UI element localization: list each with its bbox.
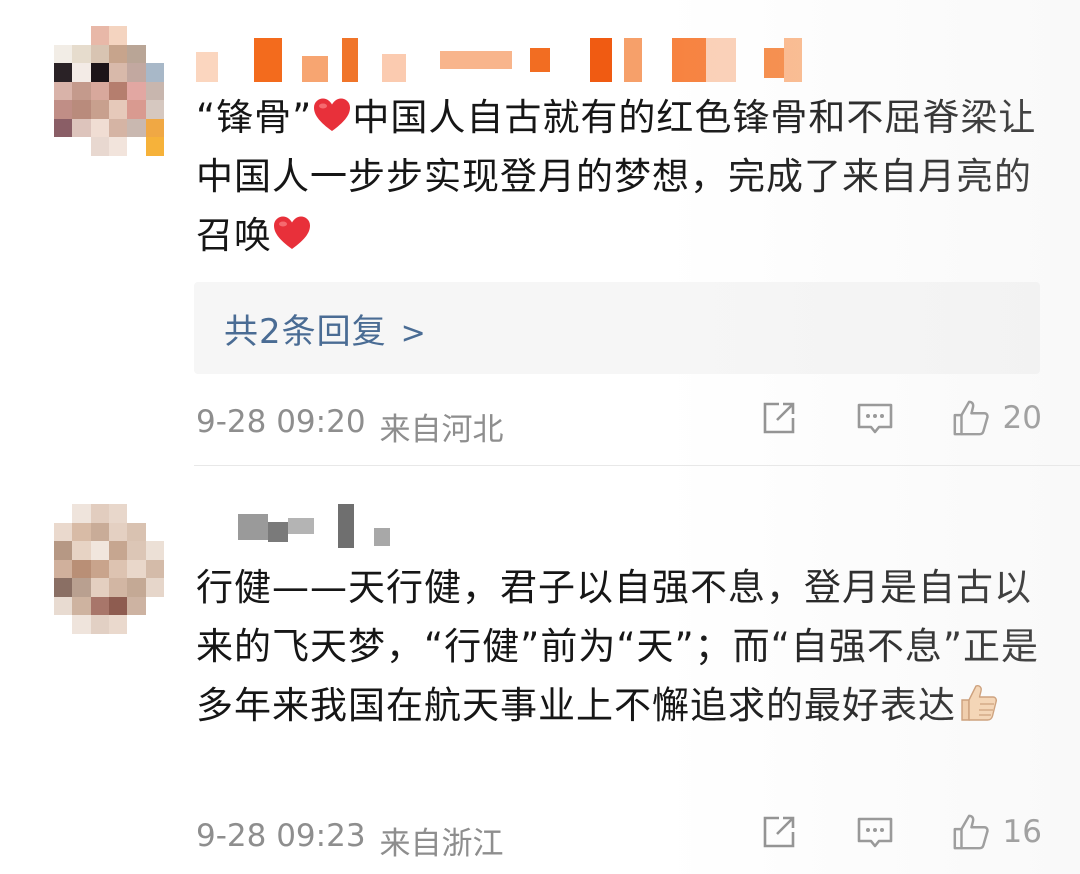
comment-location: 来自河北 bbox=[379, 412, 504, 448]
comment-text-part: “锋骨” bbox=[196, 96, 313, 139]
comment-text-part: 行健——天行健，君子以自强不息，登月是自古以来的飞天梦，“行健”前为“天”；而“… bbox=[196, 566, 1040, 727]
thumbs-up-icon bbox=[951, 812, 991, 852]
replies-panel[interactable]: 共2条回复 > bbox=[194, 282, 1040, 374]
like-count: 16 bbox=[1002, 814, 1042, 850]
like-count: 20 bbox=[1002, 400, 1042, 436]
comment-text: 行健——天行健，君子以自强不息，登月是自古以来的飞天梦，“行健”前为“天”；而“… bbox=[196, 558, 1046, 735]
avatar[interactable] bbox=[54, 26, 164, 156]
thumbs-up-emoji bbox=[956, 680, 1000, 724]
comment-actions: 20 bbox=[759, 398, 1042, 438]
comment-meta: 9-28 09:23 来自浙江 bbox=[196, 818, 504, 863]
comment-actions: 16 bbox=[759, 812, 1042, 852]
red-heart-emoji bbox=[312, 94, 352, 134]
comment-feed: “锋骨” 中国人自古就有的红色锋骨和不屈脊梁让中国人一步步实现登月的梦想，完成了来… bbox=[0, 0, 1080, 874]
comment-location: 来自浙江 bbox=[379, 826, 504, 862]
comment-icon[interactable] bbox=[855, 812, 895, 852]
like-button[interactable]: 20 bbox=[951, 398, 1042, 438]
comment-meta: 9-28 09:20 来自河北 bbox=[196, 404, 504, 449]
reply-count-label: 共2条回复 bbox=[224, 311, 387, 352]
red-heart-emoji bbox=[272, 212, 312, 252]
avatar[interactable] bbox=[54, 504, 164, 634]
comment-date: 9-28 09:20 bbox=[196, 404, 366, 440]
chevron-right-icon: > bbox=[400, 315, 427, 351]
comment-item: “锋骨” 中国人自古就有的红色锋骨和不屈脊梁让中国人一步步实现登月的梦想，完成了来… bbox=[0, 0, 1080, 466]
username-blurred[interactable] bbox=[196, 38, 836, 82]
comment-date: 9-28 09:23 bbox=[196, 818, 366, 854]
share-icon[interactable] bbox=[759, 398, 799, 438]
username-blurred[interactable] bbox=[196, 504, 396, 548]
comment-icon[interactable] bbox=[855, 398, 895, 438]
thumbs-up-icon bbox=[951, 398, 991, 438]
share-icon[interactable] bbox=[759, 812, 799, 852]
view-replies-link[interactable]: 共2条回复 > bbox=[224, 304, 427, 353]
comment-item: 行健——天行健，君子以自强不息，登月是自古以来的飞天梦，“行健”前为“天”；而“… bbox=[0, 466, 1080, 874]
comment-text: “锋骨” 中国人自古就有的红色锋骨和不屈脊梁让中国人一步步实现登月的梦想，完成了来… bbox=[196, 88, 1046, 265]
like-button[interactable]: 16 bbox=[951, 812, 1042, 852]
